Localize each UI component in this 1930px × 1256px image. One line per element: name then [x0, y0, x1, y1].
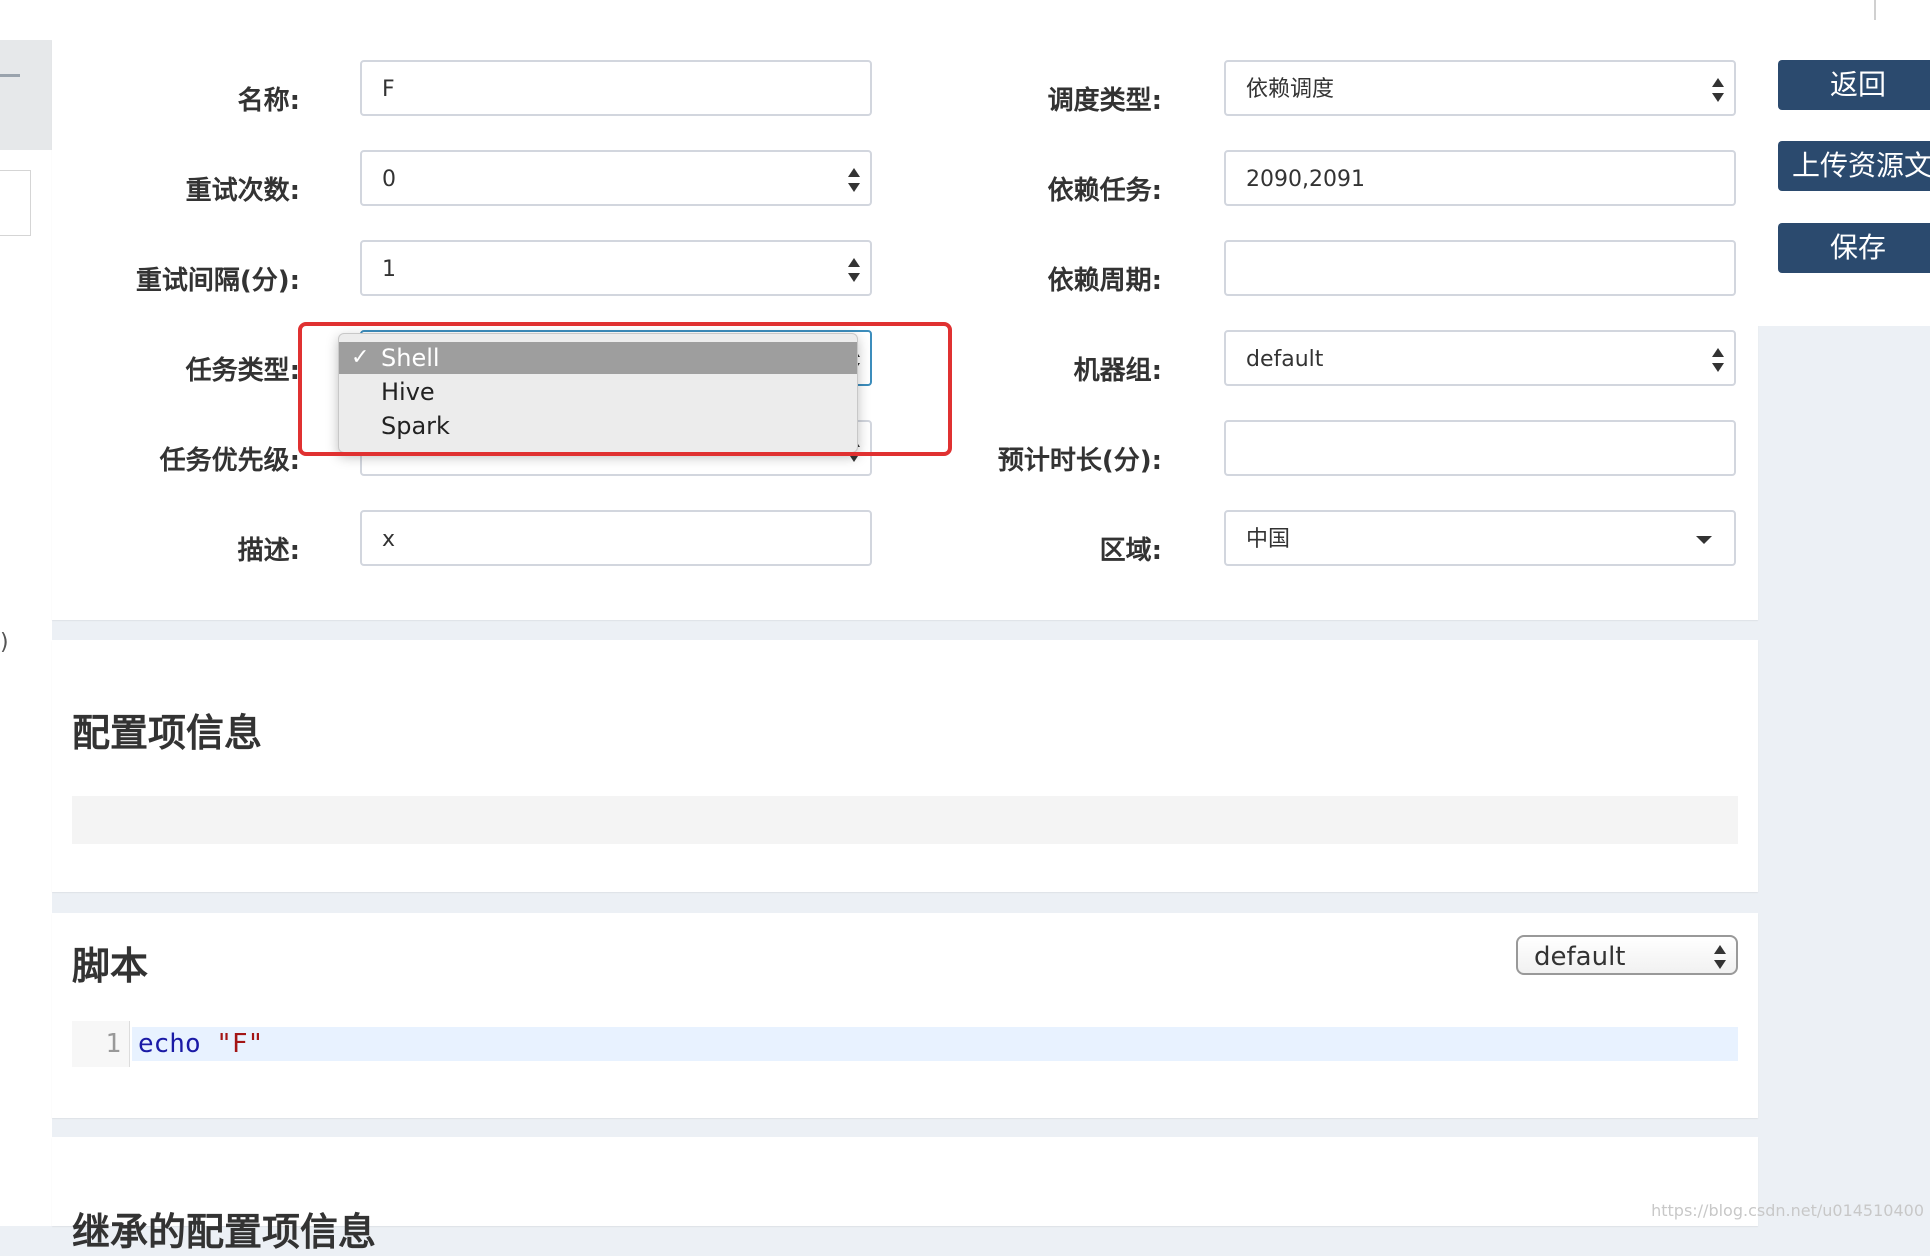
name-label: 名称: [237, 86, 300, 116]
watermark-text: https://blog.csdn.net/u014510400 [1651, 1201, 1924, 1220]
retry-interval-stepper[interactable]: 1 [360, 240, 872, 296]
config-items-area [72, 796, 1738, 844]
machine-group-select[interactable]: default [1224, 330, 1736, 386]
script-template-value: default [1534, 942, 1626, 972]
schedule-type-label: 调度类型: [1047, 86, 1162, 116]
spinner-arrows-icon[interactable] [1712, 76, 1724, 104]
line-number: 1 [72, 1021, 130, 1067]
spinner-arrows-icon[interactable] [848, 256, 860, 284]
sidebar-text-fragment: ) [0, 630, 9, 655]
estimated-duration-input[interactable] [1224, 420, 1736, 476]
description-label: 描述: [237, 536, 300, 566]
code-editor[interactable]: 1 echo "F" [72, 1021, 1738, 1067]
description-input[interactable]: x [360, 510, 872, 566]
spinner-arrows-icon[interactable] [1714, 943, 1726, 971]
spinner-arrows-icon[interactable] [848, 166, 860, 194]
config-items-title: 配置项信息 [72, 711, 263, 755]
code-keyword: echo [138, 1029, 201, 1059]
collapse-icon[interactable] [0, 74, 20, 77]
sidebar-box-fragment [0, 170, 31, 236]
retry-interval-value: 1 [382, 257, 396, 282]
left-sidebar-fragment: ) [0, 40, 52, 1226]
retry-count-label: 重试次数: [185, 176, 300, 206]
name-input[interactable]: F [360, 60, 872, 116]
topbar-separator [1874, 0, 1876, 20]
dependency-task-label: 依赖任务: [1047, 176, 1162, 206]
retry-count-stepper[interactable]: 0 [360, 150, 872, 206]
save-button[interactable]: 保存 [1778, 223, 1930, 273]
config-items-panel: 配置项信息 [52, 640, 1758, 892]
top-navbar [0, 0, 1930, 41]
upload-resource-button[interactable]: 上传资源文 [1778, 141, 1930, 191]
region-select[interactable]: 中国 [1224, 510, 1736, 566]
task-priority-label: 任务优先级: [159, 446, 300, 476]
code-string: "F" [216, 1029, 264, 1059]
inherited-config-panel: 继承的配置项信息 [52, 1137, 1758, 1254]
schedule-type-value: 依赖调度 [1246, 77, 1335, 102]
dependency-period-input[interactable] [1224, 240, 1736, 296]
annotation-highlight-box [298, 322, 952, 456]
task-type-label: 任务类型: [185, 356, 300, 386]
retry-count-value: 0 [382, 167, 396, 192]
dependency-period-label: 依赖周期: [1047, 266, 1162, 296]
sidebar-header [0, 40, 52, 150]
script-template-select[interactable]: default [1516, 935, 1738, 975]
machine-group-value: default [1246, 347, 1324, 372]
region-label: 区域: [1099, 536, 1162, 566]
back-button[interactable]: 返回 [1778, 60, 1930, 110]
spinner-arrows-icon[interactable] [1712, 346, 1724, 374]
script-title: 脚本 [72, 944, 149, 988]
chevron-down-icon[interactable] [1696, 536, 1712, 544]
region-value: 中国 [1246, 527, 1291, 552]
inherited-config-title: 继承的配置项信息 [72, 1210, 377, 1254]
schedule-type-select[interactable]: 依赖调度 [1224, 60, 1736, 116]
code-line[interactable]: echo "F" [132, 1027, 1738, 1061]
script-panel: 脚本 default 1 echo "F" [52, 913, 1758, 1118]
retry-interval-label: 重试间隔(分): [135, 266, 300, 296]
dependency-task-input[interactable]: 2090,2091 [1224, 150, 1736, 206]
